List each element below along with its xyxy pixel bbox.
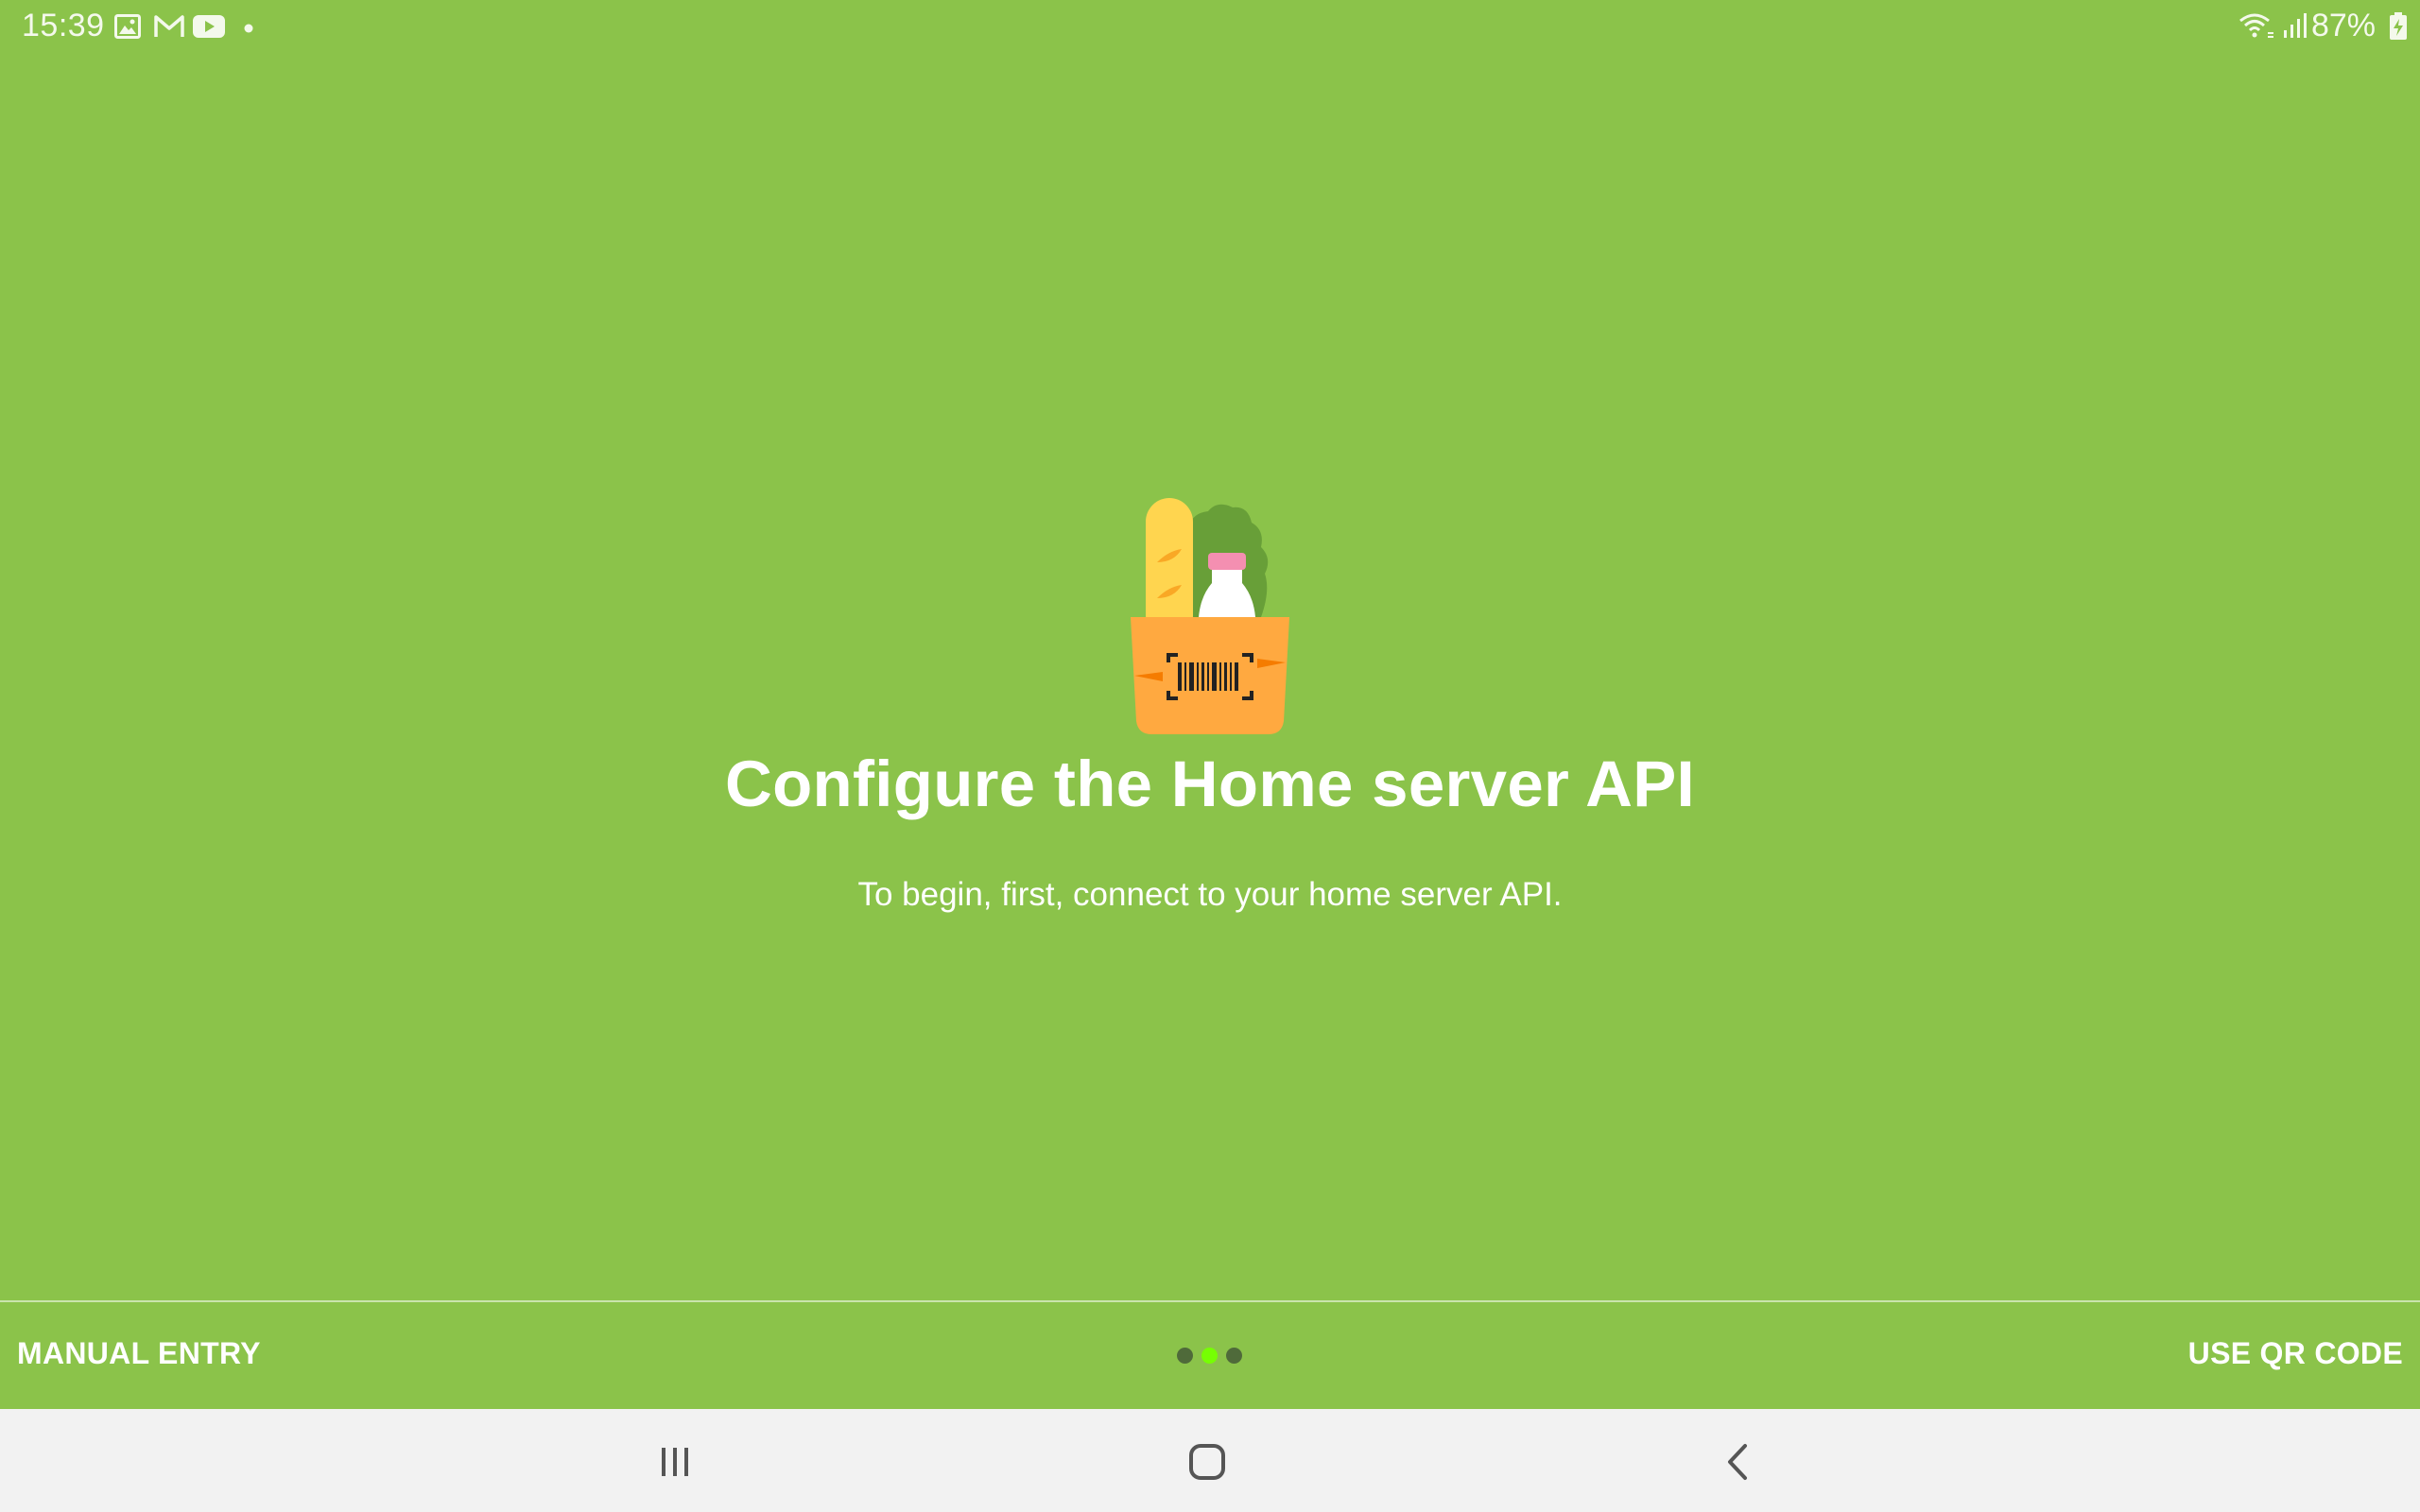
manual-entry-button[interactable]: MANUAL ENTRY [9,1327,268,1381]
home-icon[interactable] [1179,1434,1236,1490]
image-icon [114,14,141,43]
page-dot [1177,1348,1193,1364]
youtube-icon [193,14,225,43]
system-nav-bar [0,1409,2420,1512]
more-dot-icon [244,21,253,38]
status-bar: 15:39 87% [0,0,2420,55]
page-subtitle: To begin, first, connect to your home se… [857,876,1563,913]
wifi-icon [2238,11,2274,44]
use-qr-code-button[interactable]: USE QR CODE [2181,1327,2411,1381]
page-dot [1226,1348,1242,1364]
page-indicator [1176,1348,1244,1365]
cellular-signal-icon [2282,11,2308,44]
gmail-icon [154,14,184,43]
battery-percentage: 87% [2310,8,2376,43]
grocery-bag-barcode-icon [1131,496,1289,737]
onboarding-action-bar: MANUAL ENTRY USE QR CODE [0,1302,2420,1409]
back-icon[interactable] [1709,1434,1766,1490]
battery-charging-icon [2388,12,2409,45]
page-title: Configure the Home server API [724,747,1696,820]
status-time: 15:39 [22,8,105,43]
onboarding-screen: 15:39 87% Configure the Home server API … [0,0,2420,1512]
page-dot-active [1201,1348,1218,1364]
recent-apps-icon[interactable] [647,1434,703,1490]
